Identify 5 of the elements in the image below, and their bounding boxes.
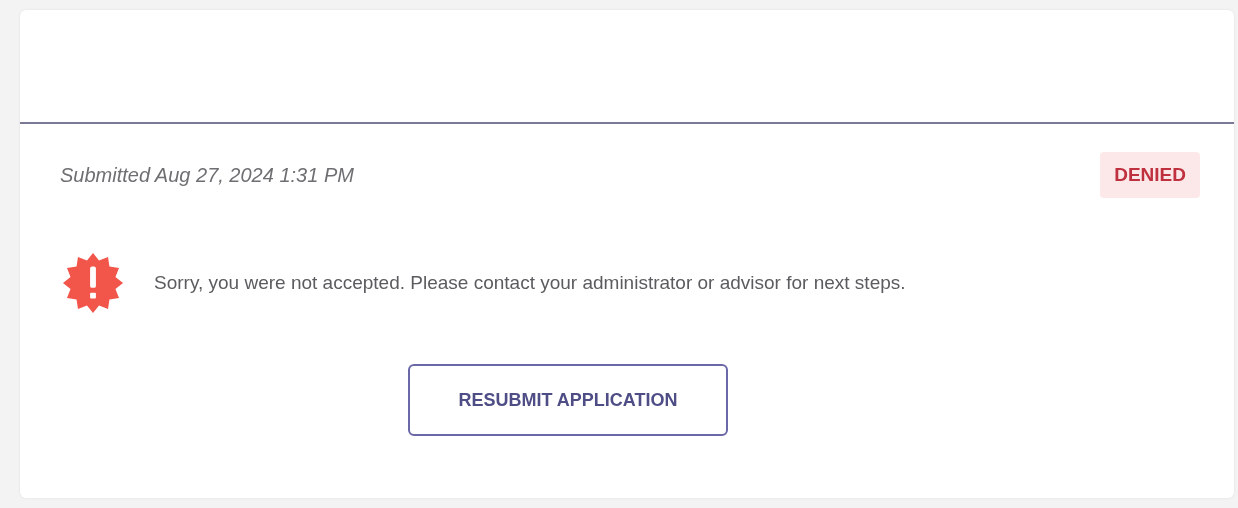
submitted-date: Submitted Aug 27, 2024 1:31 PM	[60, 163, 354, 187]
resubmit-button[interactable]: RESUBMIT APPLICATION	[408, 364, 728, 436]
status-badge: DENIED	[1100, 152, 1200, 198]
status-message: Sorry, you were not accepted. Please contact your administrator or advisor for next steps.	[154, 272, 906, 294]
alert-icon	[62, 252, 124, 314]
